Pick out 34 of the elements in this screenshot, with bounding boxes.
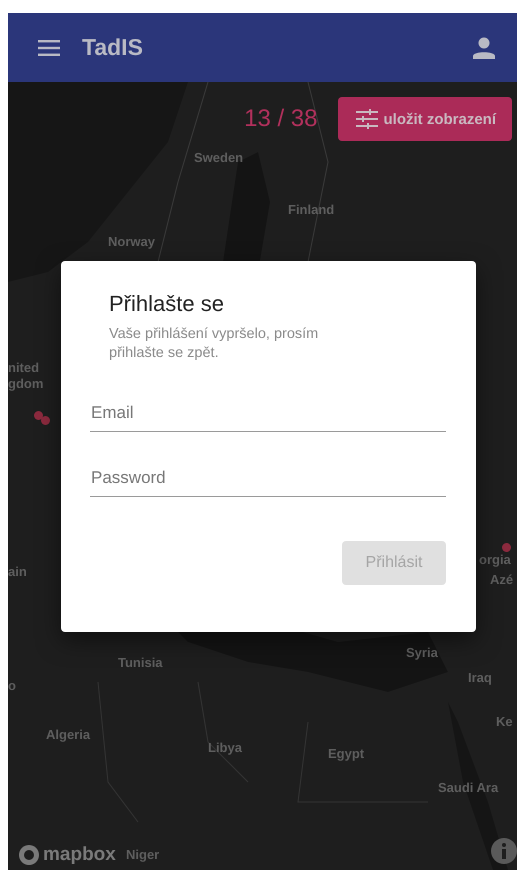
sliders-icon [356, 109, 378, 129]
email-field[interactable]: Email [90, 388, 446, 432]
map-label: Syria [406, 645, 438, 660]
user-icon[interactable] [473, 36, 495, 58]
map-marker[interactable] [502, 543, 511, 552]
map-label: Tunisia [118, 655, 163, 670]
result-counter: 13 / 38 [244, 105, 318, 133]
map-label: Saudi Ara [438, 780, 498, 795]
password-field[interactable]: Password [90, 454, 446, 497]
map-label: Libya [208, 740, 242, 755]
dialog-message: Vaše přihlášení vypršelo, prosím přihlašte se zpět. [109, 325, 320, 363]
map-label: Azé [490, 572, 514, 587]
mapbox-logo-icon [18, 844, 40, 866]
map-label: Algeria [46, 727, 90, 742]
map-marker[interactable] [41, 416, 50, 425]
map-label: nited [8, 360, 40, 375]
map-label: gdom [8, 376, 44, 391]
map-label: Norway [108, 234, 155, 249]
info-icon[interactable] [491, 838, 517, 864]
map-label: Iraq [468, 670, 492, 685]
save-view-button[interactable]: uložit zobrazení [338, 97, 512, 141]
map-label: o [8, 678, 16, 693]
map-marker[interactable] [34, 411, 43, 420]
dialog-title: Přihlašte se [109, 291, 225, 317]
map-label: Egypt [328, 746, 364, 761]
menu-icon[interactable] [38, 40, 60, 56]
map-label: Ke [496, 714, 513, 729]
map-label: Niger [126, 847, 160, 862]
app-title: TadIS [82, 34, 144, 61]
map-label: Finland [288, 202, 334, 217]
map-label: Sweden [194, 150, 244, 165]
map-label: ain [8, 564, 27, 579]
map-label: orgia [479, 552, 511, 567]
map-attribution: mapbox [43, 844, 116, 866]
